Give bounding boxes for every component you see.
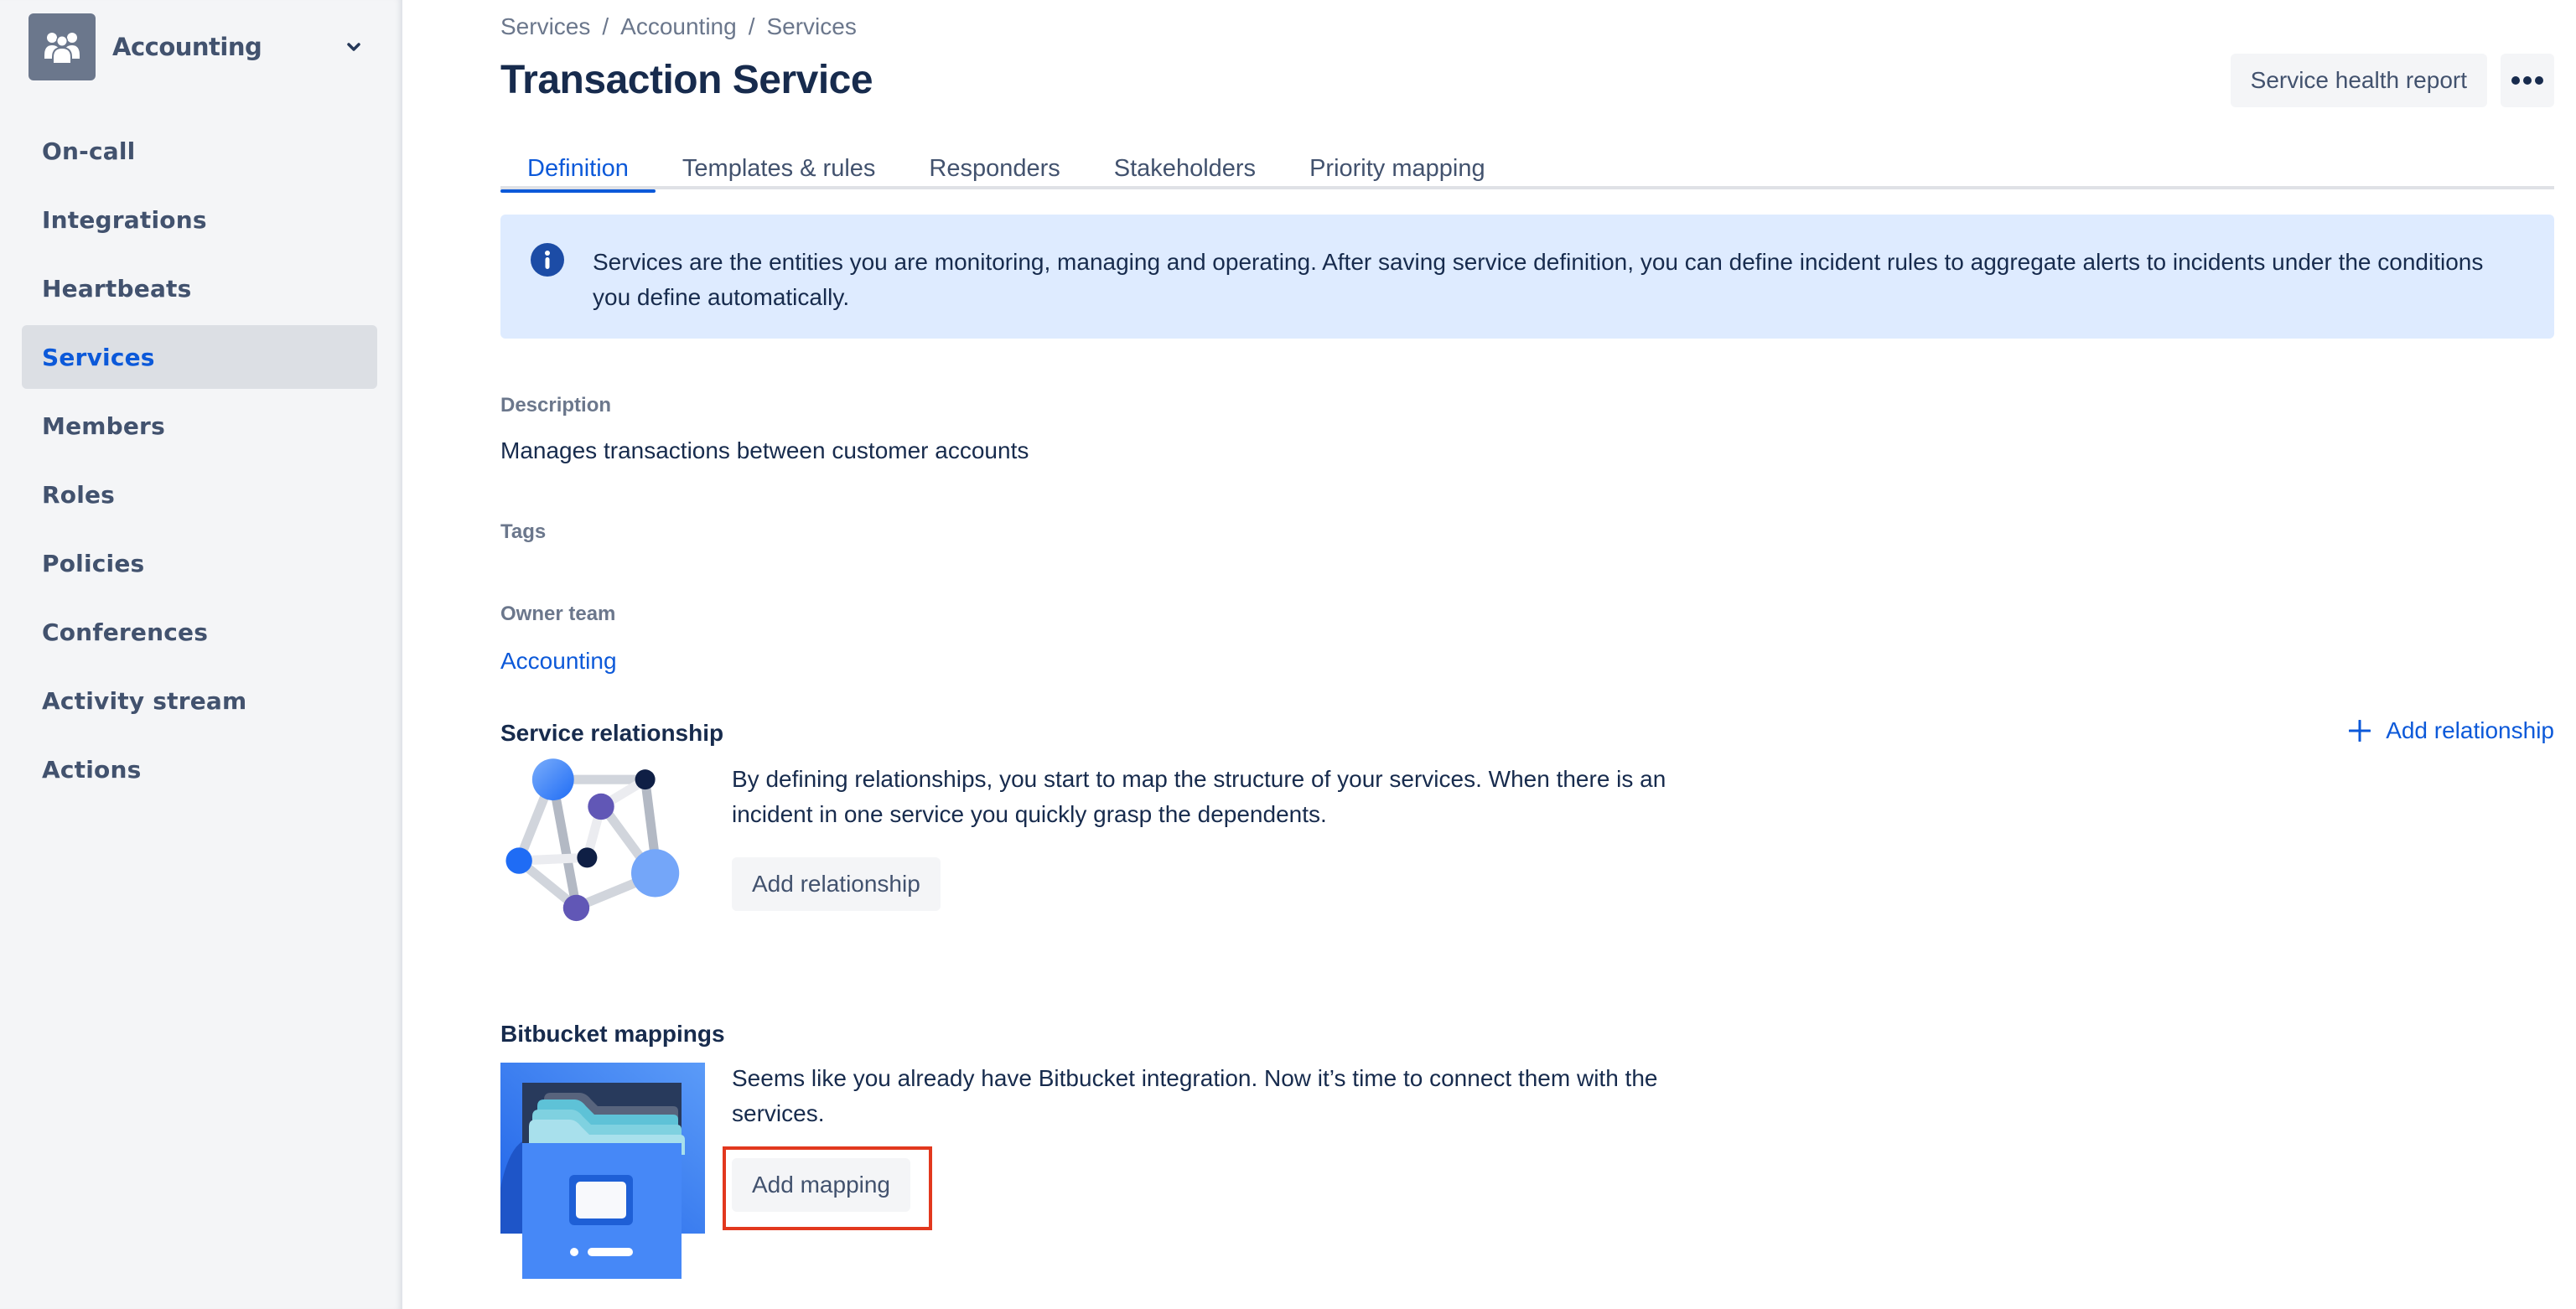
sidebar-item-label: Actions xyxy=(42,755,142,784)
sidebar-item-label: On-call xyxy=(42,137,136,165)
tab-bar: Definition Templates & rules Responders … xyxy=(500,147,2554,193)
service-network-illustration xyxy=(505,758,680,922)
sidebar-item-conferences[interactable]: Conferences xyxy=(22,600,377,664)
sidebar-item-label: Roles xyxy=(42,480,116,509)
description-value: Manages transactions between customer ac… xyxy=(500,437,1029,463)
service-health-report-button[interactable]: Service health report xyxy=(2230,54,2487,107)
sidebar-item-label: Policies xyxy=(42,549,145,577)
team-avatar xyxy=(29,13,96,80)
sidebar-item-label: Members xyxy=(42,411,165,440)
folder-cabinet-illustration xyxy=(500,1063,705,1279)
ellipsis-icon xyxy=(2511,76,2543,85)
info-banner-text: Services are the entities you are monito… xyxy=(593,249,2484,310)
add-mapping-button[interactable]: Add mapping xyxy=(732,1158,911,1212)
chevron-down-icon[interactable] xyxy=(344,37,364,57)
sidebar: Accounting On-call Integrations Heartbea… xyxy=(0,0,402,1309)
sidebar-item-integrations[interactable]: Integrations xyxy=(22,188,377,251)
sidebar-item-members[interactable]: Members xyxy=(22,394,377,458)
add-relationship-button[interactable]: Add relationship xyxy=(732,857,941,911)
add-relationship-link[interactable]: Add relationship xyxy=(2349,717,2554,744)
sidebar-item-actions[interactable]: Actions xyxy=(22,737,377,801)
sidebar-item-label: Services xyxy=(42,343,155,371)
info-icon xyxy=(531,243,564,277)
owner-team-label: Owner team xyxy=(500,603,616,625)
sidebar-item-label: Conferences xyxy=(42,618,209,646)
sidebar-item-activity-stream[interactable]: Activity stream xyxy=(22,669,377,732)
add-relationship-label: Add relationship xyxy=(2386,717,2554,743)
breadcrumb-item[interactable]: Services xyxy=(500,13,590,40)
more-actions-button[interactable] xyxy=(2501,54,2554,107)
description-label: Description xyxy=(500,394,612,416)
sidebar-nav: On-call Integrations Heartbeats Services… xyxy=(22,119,377,806)
tab-templates-rules[interactable]: Templates & rules xyxy=(656,147,903,189)
tab-responders[interactable]: Responders xyxy=(902,147,1086,189)
sidebar-item-roles[interactable]: Roles xyxy=(22,463,377,526)
sidebar-item-label: Heartbeats xyxy=(42,274,192,303)
tab-stakeholders[interactable]: Stakeholders xyxy=(1087,147,1283,189)
sidebar-item-label: Activity stream xyxy=(42,686,247,715)
sidebar-item-policies[interactable]: Policies xyxy=(22,531,377,595)
breadcrumb-separator: / xyxy=(748,13,755,39)
tab-priority-mapping[interactable]: Priority mapping xyxy=(1283,147,1512,189)
team-switcher[interactable]: Accounting xyxy=(29,13,364,80)
breadcrumb-item[interactable]: Accounting xyxy=(620,13,737,40)
people-group-icon xyxy=(44,33,80,64)
bitbucket-mappings-text: Seems like you already have Bitbucket in… xyxy=(732,1065,1658,1126)
service-relationship-text: By defining relationships, you start to … xyxy=(732,766,1666,827)
service-relationship-title: Service relationship xyxy=(500,720,724,746)
owner-team-link[interactable]: Accounting xyxy=(500,648,617,675)
team-name: Accounting xyxy=(112,33,262,61)
plus-icon xyxy=(2349,720,2371,742)
tab-definition[interactable]: Definition xyxy=(500,147,656,193)
page-title: Transaction Service xyxy=(500,58,873,102)
tags-label: Tags xyxy=(500,520,547,543)
sidebar-item-on-call[interactable]: On-call xyxy=(22,119,377,183)
breadcrumb: Services / Accounting / Services xyxy=(500,13,857,40)
info-banner: Services are the entities you are monito… xyxy=(500,215,2554,339)
sidebar-item-label: Integrations xyxy=(42,205,207,234)
header-actions: Service health report xyxy=(2230,54,2554,107)
sidebar-item-heartbeats[interactable]: Heartbeats xyxy=(22,256,377,320)
breadcrumb-separator: / xyxy=(602,13,609,39)
breadcrumb-item[interactable]: Services xyxy=(766,13,856,40)
bitbucket-mappings-title: Bitbucket mappings xyxy=(500,1021,725,1047)
sidebar-item-services[interactable]: Services xyxy=(22,325,377,389)
